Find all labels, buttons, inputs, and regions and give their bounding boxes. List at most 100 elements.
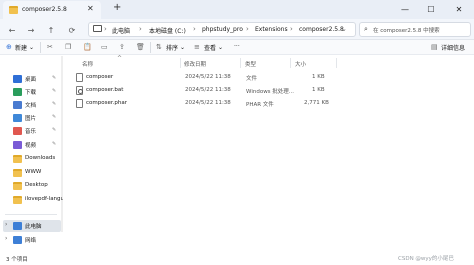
file-type: PHAR 文件 xyxy=(246,102,274,108)
column-divider[interactable] xyxy=(290,58,291,68)
details-pane-icon: ▤ xyxy=(431,43,438,51)
documents-icon xyxy=(13,101,22,109)
details-pane-button[interactable]: 详细信息 xyxy=(441,43,465,52)
sidebar-item-videos[interactable]: 视频 ✎ xyxy=(3,139,61,151)
file-icon xyxy=(76,99,83,108)
monitor-icon xyxy=(93,25,102,32)
sidebar-item-label: 音乐 xyxy=(25,129,37,135)
new-tab-button[interactable]: + xyxy=(113,2,121,13)
file-size: 1 KB xyxy=(312,74,325,80)
breadcrumb-phpstudy[interactable]: phpstudy_pro xyxy=(202,26,243,33)
pictures-icon xyxy=(13,114,22,122)
sidebar-item-downloads-folder[interactable]: Downloads xyxy=(3,153,61,165)
file-size: 2,771 KB xyxy=(304,100,329,106)
desktop-icon xyxy=(13,75,22,83)
rename-icon[interactable]: ▭ xyxy=(101,43,108,51)
search-icon: ⌕ xyxy=(364,25,368,33)
breadcrumb-local-disk[interactable]: 本地磁盘 (C:) xyxy=(149,26,186,35)
file-name: composer xyxy=(86,74,114,80)
tab-composer[interactable]: composer2.5.8 ✕ xyxy=(3,1,101,19)
file-date: 2024/5/22 11:38 xyxy=(185,74,231,80)
folder-icon xyxy=(13,155,22,163)
chevron-right-icon[interactable]: › xyxy=(5,235,7,242)
copy-icon[interactable]: ❐ xyxy=(65,43,71,51)
sidebar-item-label: Downloads xyxy=(25,155,56,161)
column-header-date[interactable]: 修改日期 xyxy=(184,60,206,68)
column-divider[interactable] xyxy=(336,58,337,68)
column-divider[interactable] xyxy=(180,58,181,68)
pin-icon: ✎ xyxy=(52,141,57,147)
sidebar-item-network[interactable]: › 网络 xyxy=(3,234,61,246)
share-icon[interactable]: ⇪ xyxy=(119,43,125,51)
close-window-button[interactable]: ✕ xyxy=(444,0,474,18)
sidebar-item-label: 文档 xyxy=(25,103,37,109)
pin-icon: ✎ xyxy=(52,114,57,120)
network-icon xyxy=(13,236,22,244)
breadcrumb-separator: › xyxy=(104,25,107,33)
sidebar-item-www[interactable]: WWW xyxy=(3,167,61,179)
file-date: 2024/5/22 11:38 xyxy=(185,87,231,93)
sidebar-item-documents[interactable]: 文档 ✎ xyxy=(3,99,61,111)
table-row[interactable]: composer 2024/5/22 11:38 文件 1 KB xyxy=(76,72,336,84)
tab-label: composer2.5.8 xyxy=(22,6,67,13)
new-button[interactable]: 新建 ⌄ xyxy=(15,43,34,52)
sidebar-item-desktop[interactable]: 桌面 ✎ xyxy=(3,73,61,85)
sidebar-item-label: Desktop xyxy=(25,182,48,188)
breadcrumb-this-pc[interactable]: 此电脑 xyxy=(112,26,130,35)
sidebar-item-downloads[interactable]: 下载 ✎ xyxy=(3,86,61,98)
item-count: 3 个项目 xyxy=(6,257,28,263)
up-button[interactable]: ↑ xyxy=(45,24,57,36)
view-icon: ≡ xyxy=(194,43,200,51)
breadcrumb-separator: › xyxy=(139,25,142,33)
batch-file-icon xyxy=(76,86,83,95)
forward-button[interactable]: → xyxy=(25,24,37,36)
address-dropdown-icon[interactable]: ⌄ xyxy=(341,25,347,33)
chevron-down-icon: ⌄ xyxy=(180,44,186,51)
new-icon: ⊕ xyxy=(6,43,12,51)
breadcrumb-current[interactable]: composer2.5.8 xyxy=(299,26,344,33)
minimize-button[interactable]: — xyxy=(392,0,418,18)
breadcrumb-extensions[interactable]: Extensions xyxy=(255,26,288,33)
sidebar-item-label: ilovepdf-langu xyxy=(25,196,65,202)
pin-icon: ✎ xyxy=(52,127,57,133)
sort-arrow-icon: ^ xyxy=(117,55,123,62)
divider xyxy=(5,214,57,215)
view-button[interactable]: 查看 ⌄ xyxy=(204,43,223,52)
sidebar-item-desktop-folder[interactable]: Desktop xyxy=(3,180,61,192)
maximize-button[interactable]: ☐ xyxy=(418,0,444,18)
file-type: Windows 批处理... xyxy=(246,89,295,95)
table-row[interactable]: composer.bat 2024/5/22 11:38 Windows 批处理… xyxy=(76,85,336,97)
close-tab-icon[interactable]: ✕ xyxy=(87,4,94,13)
breadcrumb-separator: › xyxy=(193,25,196,33)
this-pc-icon xyxy=(13,222,22,230)
sidebar-item-this-pc[interactable]: › 此电脑 xyxy=(3,220,61,232)
table-row[interactable]: composer.phar 2024/5/22 11:38 PHAR 文件 2,… xyxy=(76,98,336,110)
more-button[interactable]: ··· xyxy=(234,43,240,50)
column-divider[interactable] xyxy=(240,58,241,68)
sidebar-item-music[interactable]: 音乐 ✎ xyxy=(3,125,61,137)
paste-icon[interactable]: 📋 xyxy=(83,43,92,51)
cut-icon[interactable]: ✂ xyxy=(47,43,53,51)
refresh-button[interactable]: ⟳ xyxy=(66,24,78,36)
sidebar-item-pictures[interactable]: 图片 ✎ xyxy=(3,112,61,124)
search-input[interactable]: ⌕ 在 composer2.5.8 中搜索 xyxy=(359,22,471,37)
folder-icon xyxy=(13,196,22,204)
sidebar-item-label: 此电脑 xyxy=(25,224,42,230)
file-name: composer.bat xyxy=(86,87,124,93)
folder-icon xyxy=(13,169,22,177)
pin-icon: ✎ xyxy=(52,75,57,81)
sidebar-item-label: 下载 xyxy=(25,90,37,96)
divider xyxy=(150,42,151,53)
file-name: composer.phar xyxy=(86,100,127,106)
search-placeholder: 在 composer2.5.8 中搜索 xyxy=(373,28,440,34)
column-header-name[interactable]: 名称 xyxy=(82,60,93,68)
breadcrumb-separator: › xyxy=(246,25,249,33)
sort-button[interactable]: 排序 ⌄ xyxy=(166,43,185,52)
delete-icon[interactable]: 🗑 xyxy=(136,43,145,51)
column-header-type[interactable]: 类型 xyxy=(245,60,256,68)
sidebar-item-ilovepdf[interactable]: ilovepdf-langu xyxy=(3,194,65,206)
back-button[interactable]: ← xyxy=(6,24,18,36)
chevron-down-icon: ⌄ xyxy=(218,44,224,51)
chevron-right-icon[interactable]: › xyxy=(5,221,7,228)
column-header-size[interactable]: 大小 xyxy=(295,60,306,68)
